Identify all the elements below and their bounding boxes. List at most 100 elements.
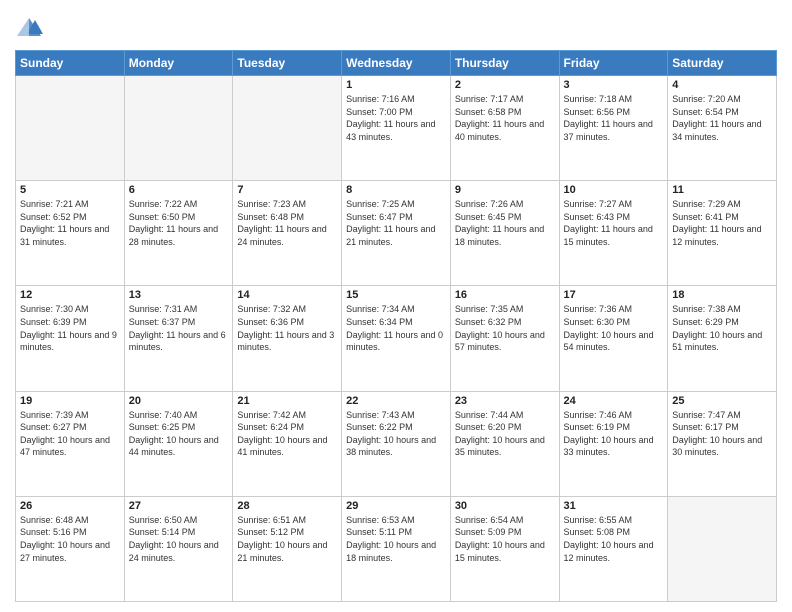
day-number: 25: [672, 395, 772, 407]
calendar-cell: 8 Sunrise: 7:25 AM Sunset: 6:47 PM Daylig…: [342, 181, 451, 286]
calendar-cell: 29 Sunrise: 6:53 AM Sunset: 5:11 PM Dayli…: [342, 496, 451, 601]
calendar-cell: 26 Sunrise: 6:48 AM Sunset: 5:16 PM Dayli…: [16, 496, 125, 601]
day-info: Sunrise: 7:20 AM Sunset: 6:54 PM Dayligh…: [672, 93, 772, 143]
calendar-cell: 1 Sunrise: 7:16 AM Sunset: 7:00 PM Daylig…: [342, 76, 451, 181]
calendar-table: SundayMondayTuesdayWednesdayThursdayFrid…: [15, 50, 777, 602]
day-info: Sunrise: 6:55 AM Sunset: 5:08 PM Dayligh…: [564, 514, 664, 564]
logo: [15, 14, 47, 42]
calendar-cell: 23Sunrise: 7:44 AM Sunset: 6:20 PM Dayli…: [450, 391, 559, 496]
day-info: Sunrise: 6:53 AM Sunset: 5:11 PM Dayligh…: [346, 514, 446, 564]
calendar-cell: [233, 76, 342, 181]
calendar-cell: 13 Sunrise: 7:31 AM Sunset: 6:37 PM Dayli…: [124, 286, 233, 391]
day-number: 26: [20, 500, 120, 512]
day-info: Sunrise: 7:18 AM Sunset: 6:56 PM Dayligh…: [564, 93, 664, 143]
day-number: 24: [564, 395, 664, 407]
day-number: 20: [129, 395, 229, 407]
day-info: Sunrise: 7:31 AM Sunset: 6:37 PM Dayligh…: [129, 303, 229, 353]
day-number: 22: [346, 395, 446, 407]
calendar-cell: 18 Sunrise: 7:38 AM Sunset: 6:29 PM Dayli…: [668, 286, 777, 391]
calendar-cell: 14 Sunrise: 7:32 AM Sunset: 6:36 PM Dayli…: [233, 286, 342, 391]
calendar-cell: 6 Sunrise: 7:22 AM Sunset: 6:50 PM Daylig…: [124, 181, 233, 286]
day-number: 15: [346, 289, 446, 301]
day-number: 8: [346, 184, 446, 196]
day-info: Sunrise: 7:46 AM Sunset: 6:19 PM Dayligh…: [564, 409, 664, 459]
day-info: Sunrise: 7:43 AM Sunset: 6:22 PM Dayligh…: [346, 409, 446, 459]
day-info: Sunrise: 7:25 AM Sunset: 6:47 PM Dayligh…: [346, 198, 446, 248]
calendar-day-header: Monday: [124, 51, 233, 76]
day-number: 7: [237, 184, 337, 196]
day-info: Sunrise: 7:34 AM Sunset: 6:34 PM Dayligh…: [346, 303, 446, 353]
day-info: Sunrise: 7:47 AM Sunset: 6:17 PM Dayligh…: [672, 409, 772, 459]
day-number: 21: [237, 395, 337, 407]
calendar-day-header: Saturday: [668, 51, 777, 76]
calendar-cell: [668, 496, 777, 601]
day-number: 13: [129, 289, 229, 301]
header: [15, 10, 777, 42]
calendar-cell: 25 Sunrise: 7:47 AM Sunset: 6:17 PM Dayli…: [668, 391, 777, 496]
calendar-week-row: 5Sunrise: 7:21 AM Sunset: 6:52 PM Daylig…: [16, 181, 777, 286]
day-number: 4: [672, 79, 772, 91]
day-number: 17: [564, 289, 664, 301]
calendar-cell: 4 Sunrise: 7:20 AM Sunset: 6:54 PM Daylig…: [668, 76, 777, 181]
day-number: 5: [20, 184, 120, 196]
logo-icon: [15, 14, 43, 42]
calendar-cell: 5Sunrise: 7:21 AM Sunset: 6:52 PM Daylig…: [16, 181, 125, 286]
day-info: Sunrise: 7:17 AM Sunset: 6:58 PM Dayligh…: [455, 93, 555, 143]
calendar-cell: 20 Sunrise: 7:40 AM Sunset: 6:25 PM Dayli…: [124, 391, 233, 496]
calendar-cell: 3 Sunrise: 7:18 AM Sunset: 6:56 PM Daylig…: [559, 76, 668, 181]
day-number: 29: [346, 500, 446, 512]
day-info: Sunrise: 6:54 AM Sunset: 5:09 PM Dayligh…: [455, 514, 555, 564]
calendar-header-row: SundayMondayTuesdayWednesdayThursdayFrid…: [16, 51, 777, 76]
calendar-cell: 30Sunrise: 6:54 AM Sunset: 5:09 PM Dayli…: [450, 496, 559, 601]
day-number: 19: [20, 395, 120, 407]
page: SundayMondayTuesdayWednesdayThursdayFrid…: [0, 0, 792, 612]
calendar-week-row: 19 Sunrise: 7:39 AM Sunset: 6:27 PM Dayli…: [16, 391, 777, 496]
day-number: 11: [672, 184, 772, 196]
day-number: 14: [237, 289, 337, 301]
day-number: 28: [237, 500, 337, 512]
calendar-cell: 7Sunrise: 7:23 AM Sunset: 6:48 PM Daylig…: [233, 181, 342, 286]
calendar-day-header: Tuesday: [233, 51, 342, 76]
day-info: Sunrise: 7:26 AM Sunset: 6:45 PM Dayligh…: [455, 198, 555, 248]
calendar-cell: 17 Sunrise: 7:36 AM Sunset: 6:30 PM Dayli…: [559, 286, 668, 391]
calendar-cell: [16, 76, 125, 181]
calendar-day-header: Friday: [559, 51, 668, 76]
day-info: Sunrise: 7:16 AM Sunset: 7:00 PM Dayligh…: [346, 93, 446, 143]
day-number: 12: [20, 289, 120, 301]
day-info: Sunrise: 7:35 AM Sunset: 6:32 PM Dayligh…: [455, 303, 555, 353]
day-number: 3: [564, 79, 664, 91]
calendar-cell: [124, 76, 233, 181]
calendar-cell: 9Sunrise: 7:26 AM Sunset: 6:45 PM Daylig…: [450, 181, 559, 286]
day-number: 10: [564, 184, 664, 196]
calendar-cell: 12Sunrise: 7:30 AM Sunset: 6:39 PM Dayli…: [16, 286, 125, 391]
calendar-week-row: 26 Sunrise: 6:48 AM Sunset: 5:16 PM Dayli…: [16, 496, 777, 601]
day-number: 16: [455, 289, 555, 301]
day-info: Sunrise: 7:38 AM Sunset: 6:29 PM Dayligh…: [672, 303, 772, 353]
day-info: Sunrise: 7:39 AM Sunset: 6:27 PM Dayligh…: [20, 409, 120, 459]
calendar-week-row: 12Sunrise: 7:30 AM Sunset: 6:39 PM Dayli…: [16, 286, 777, 391]
day-number: 27: [129, 500, 229, 512]
day-info: Sunrise: 7:32 AM Sunset: 6:36 PM Dayligh…: [237, 303, 337, 353]
calendar-cell: 21 Sunrise: 7:42 AM Sunset: 6:24 PM Dayli…: [233, 391, 342, 496]
day-number: 6: [129, 184, 229, 196]
day-info: Sunrise: 6:50 AM Sunset: 5:14 PM Dayligh…: [129, 514, 229, 564]
calendar-cell: 19 Sunrise: 7:39 AM Sunset: 6:27 PM Dayli…: [16, 391, 125, 496]
day-info: Sunrise: 7:27 AM Sunset: 6:43 PM Dayligh…: [564, 198, 664, 248]
calendar-day-header: Thursday: [450, 51, 559, 76]
day-info: Sunrise: 6:48 AM Sunset: 5:16 PM Dayligh…: [20, 514, 120, 564]
calendar-cell: 10 Sunrise: 7:27 AM Sunset: 6:43 PM Dayli…: [559, 181, 668, 286]
calendar-cell: 31Sunrise: 6:55 AM Sunset: 5:08 PM Dayli…: [559, 496, 668, 601]
day-info: Sunrise: 7:44 AM Sunset: 6:20 PM Dayligh…: [455, 409, 555, 459]
day-info: Sunrise: 7:36 AM Sunset: 6:30 PM Dayligh…: [564, 303, 664, 353]
calendar-cell: 11Sunrise: 7:29 AM Sunset: 6:41 PM Dayli…: [668, 181, 777, 286]
calendar-cell: 28Sunrise: 6:51 AM Sunset: 5:12 PM Dayli…: [233, 496, 342, 601]
day-number: 2: [455, 79, 555, 91]
day-info: Sunrise: 7:40 AM Sunset: 6:25 PM Dayligh…: [129, 409, 229, 459]
calendar-cell: 2 Sunrise: 7:17 AM Sunset: 6:58 PM Daylig…: [450, 76, 559, 181]
day-info: Sunrise: 7:42 AM Sunset: 6:24 PM Dayligh…: [237, 409, 337, 459]
day-info: Sunrise: 7:22 AM Sunset: 6:50 PM Dayligh…: [129, 198, 229, 248]
day-number: 1: [346, 79, 446, 91]
calendar-day-header: Wednesday: [342, 51, 451, 76]
calendar-cell: 15 Sunrise: 7:34 AM Sunset: 6:34 PM Dayli…: [342, 286, 451, 391]
day-number: 18: [672, 289, 772, 301]
